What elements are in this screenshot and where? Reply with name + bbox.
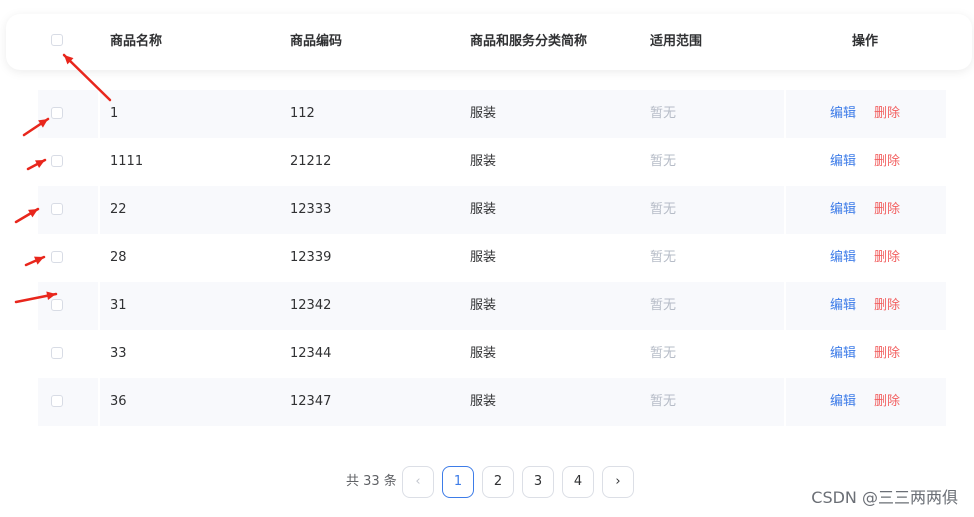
edit-link[interactable]: 编辑 — [830, 90, 856, 138]
page-button-4[interactable]: 4 — [562, 466, 594, 498]
cell-scope: 暂无 — [650, 394, 677, 409]
cell-name: 28 — [110, 250, 127, 265]
cell-code: 12347 — [290, 394, 332, 409]
cell-category: 服装 — [470, 202, 497, 217]
edit-link[interactable]: 编辑 — [830, 138, 856, 186]
row-checkbox[interactable] — [51, 347, 63, 359]
table-row: 28 12339 服装 暂无 编辑 删除 — [38, 234, 946, 282]
prev-page-button[interactable]: ‹ — [402, 466, 434, 498]
next-page-button[interactable]: › — [602, 466, 634, 498]
row-checkbox[interactable] — [51, 395, 63, 407]
cell-category: 服装 — [470, 154, 497, 169]
fixed-column-divider — [98, 90, 100, 138]
cell-name: 36 — [110, 394, 127, 409]
page-button-1[interactable]: 1 — [442, 466, 474, 498]
header-name: 商品名称 — [110, 34, 163, 49]
cell-category: 服装 — [470, 346, 497, 361]
cell-scope: 暂无 — [650, 250, 677, 265]
row-checkbox[interactable] — [51, 203, 63, 215]
delete-link[interactable]: 删除 — [874, 90, 900, 138]
cell-category: 服装 — [470, 298, 497, 313]
cell-scope: 暂无 — [650, 298, 677, 313]
cell-code: 12342 — [290, 298, 332, 313]
cell-code: 12344 — [290, 346, 332, 361]
table-header: 商品名称 商品编码 商品和服务分类简称 适用范围 操作 — [6, 14, 972, 70]
delete-link[interactable]: 删除 — [874, 330, 900, 378]
cell-category: 服装 — [470, 250, 497, 265]
fixed-column-divider — [784, 186, 786, 234]
cell-category: 服装 — [470, 394, 497, 409]
edit-link[interactable]: 编辑 — [830, 186, 856, 234]
table-row: 22 12333 服装 暂无 编辑 删除 — [38, 186, 946, 234]
row-checkbox[interactable] — [51, 299, 63, 311]
edit-link[interactable]: 编辑 — [830, 282, 856, 330]
cell-name: 1111 — [110, 154, 144, 169]
table-row: 31 12342 服装 暂无 编辑 删除 — [38, 282, 946, 330]
page-button-3[interactable]: 3 — [522, 466, 554, 498]
delete-link[interactable]: 删除 — [874, 282, 900, 330]
edit-link[interactable]: 编辑 — [830, 234, 856, 282]
cell-code: 21212 — [290, 154, 332, 169]
cell-code: 12339 — [290, 250, 332, 265]
watermark: CSDN @三三两两俱 — [811, 488, 958, 507]
cell-scope: 暂无 — [650, 154, 677, 169]
row-checkbox[interactable] — [51, 155, 63, 167]
header-code: 商品编码 — [290, 34, 343, 49]
table-row: 1111 21212 服装 暂无 编辑 删除 — [38, 138, 946, 186]
table-panel: 商品名称 商品编码 商品和服务分类简称 适用范围 操作 1 112 服装 暂无 … — [0, 0, 974, 517]
cell-scope: 暂无 — [650, 106, 677, 121]
delete-link[interactable]: 删除 — [874, 186, 900, 234]
fixed-column-divider — [98, 282, 100, 330]
pagination-total: 共 33 条 — [346, 474, 397, 489]
header-category: 商品和服务分类简称 — [470, 34, 588, 49]
cell-name: 1 — [110, 106, 119, 121]
fixed-column-divider — [784, 90, 786, 138]
fixed-column-divider — [784, 378, 786, 426]
table-row: 36 12347 服装 暂无 编辑 删除 — [38, 378, 946, 426]
cell-name: 22 — [110, 202, 127, 217]
edit-link[interactable]: 编辑 — [830, 330, 856, 378]
cell-name: 33 — [110, 346, 127, 361]
cell-code: 112 — [290, 106, 315, 121]
page-button-2[interactable]: 2 — [482, 466, 514, 498]
table-row: 1 112 服装 暂无 编辑 删除 — [38, 90, 946, 138]
cell-scope: 暂无 — [650, 202, 677, 217]
row-checkbox[interactable] — [51, 107, 63, 119]
cell-scope: 暂无 — [650, 346, 677, 361]
fixed-column-divider — [98, 378, 100, 426]
cell-name: 31 — [110, 298, 127, 313]
delete-link[interactable]: 删除 — [874, 234, 900, 282]
cell-code: 12333 — [290, 202, 332, 217]
select-all-checkbox[interactable] — [51, 34, 63, 46]
header-scope: 适用范围 — [650, 34, 703, 49]
fixed-column-divider — [98, 186, 100, 234]
header-actions: 操作 — [852, 34, 879, 49]
edit-link[interactable]: 编辑 — [830, 378, 856, 426]
cell-category: 服装 — [470, 106, 497, 121]
delete-link[interactable]: 删除 — [874, 138, 900, 186]
delete-link[interactable]: 删除 — [874, 378, 900, 426]
table-row: 33 12344 服装 暂无 编辑 删除 — [38, 330, 946, 378]
row-checkbox[interactable] — [51, 251, 63, 263]
fixed-column-divider — [784, 282, 786, 330]
